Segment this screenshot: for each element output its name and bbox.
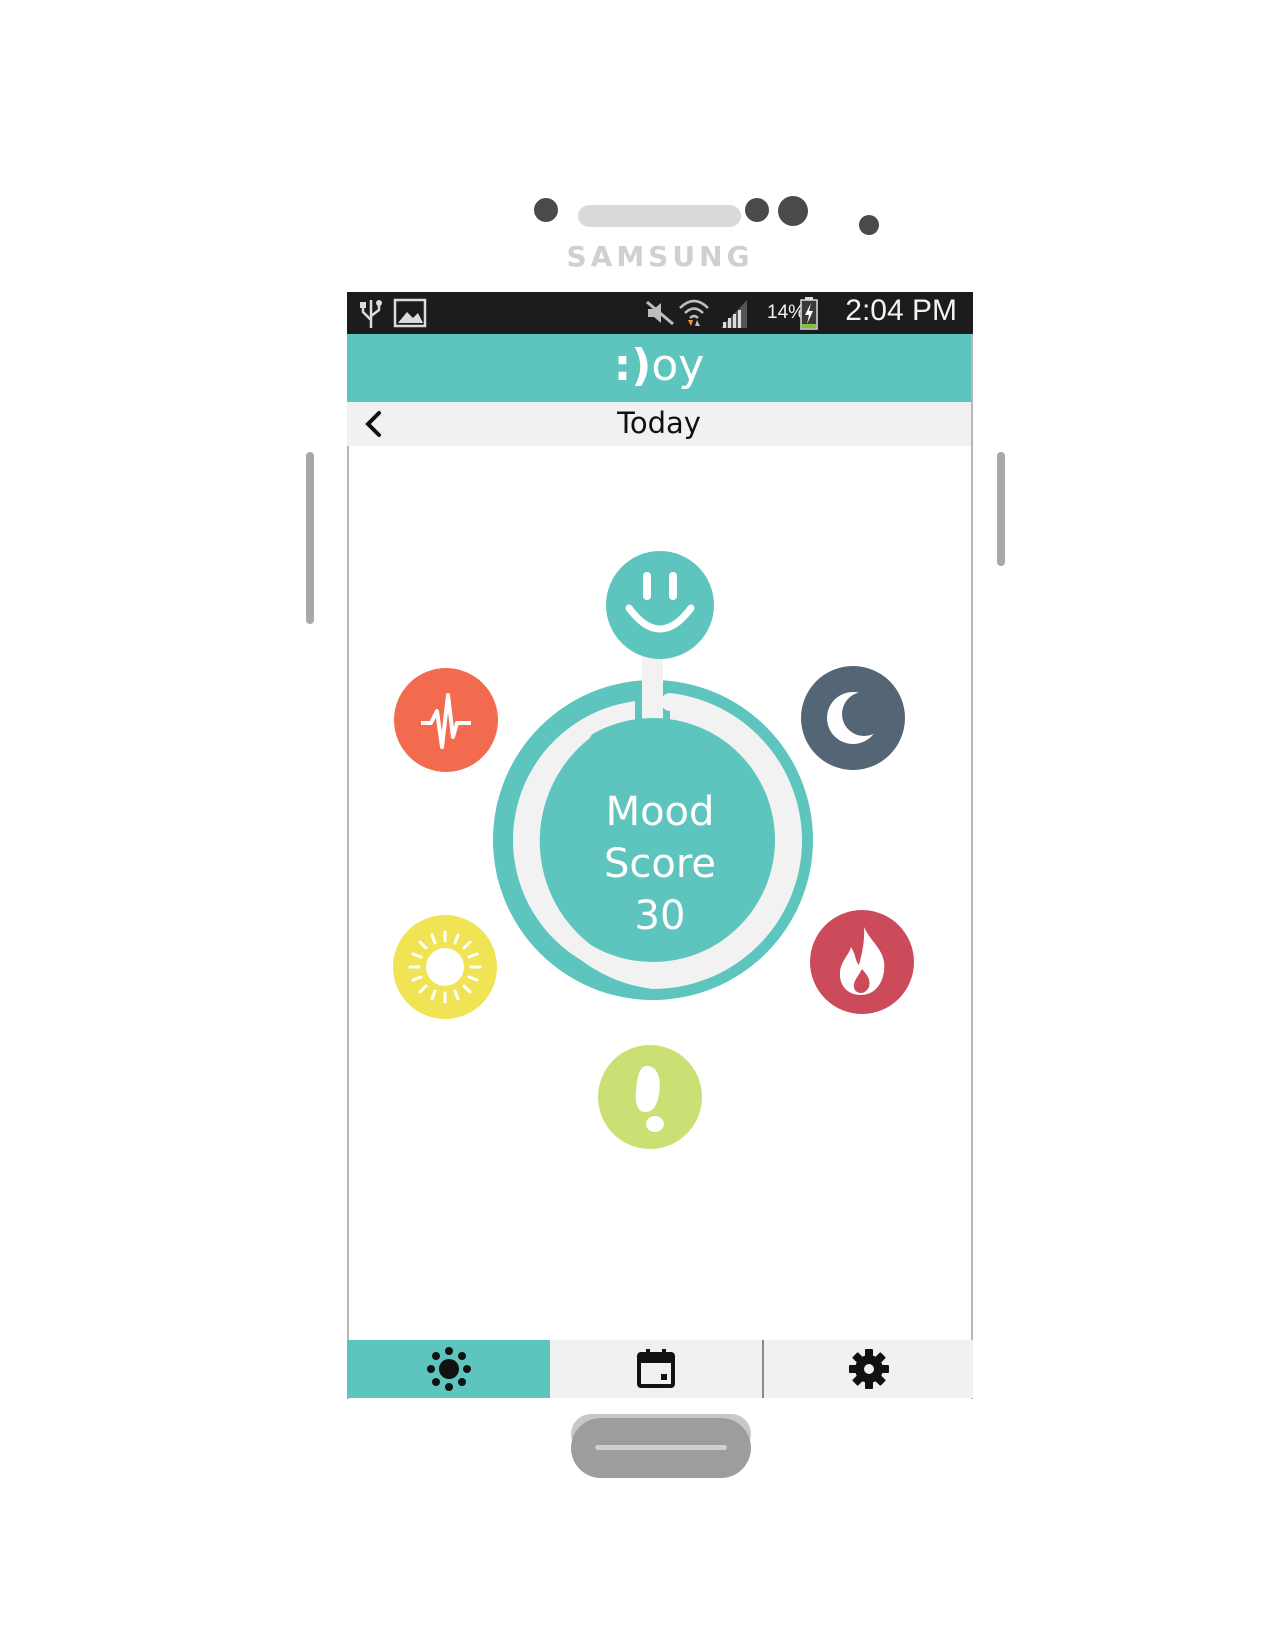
tab-calendar[interactable] xyxy=(550,1340,764,1398)
mood-score: Mood Score 30 xyxy=(540,786,780,942)
proximity-sensor xyxy=(534,198,558,222)
mood-score-value: 30 xyxy=(634,893,686,939)
home-button[interactable] xyxy=(571,1418,751,1478)
calendar-icon xyxy=(637,1349,675,1388)
battery-charging-icon xyxy=(800,297,818,330)
app-header: :)oy xyxy=(347,334,971,402)
home-button-line xyxy=(595,1445,727,1450)
logo-text: oy xyxy=(651,340,705,391)
wifi-icon xyxy=(679,299,709,326)
sun-icon[interactable] xyxy=(392,914,498,1020)
mood-label-line1: Mood xyxy=(605,789,715,835)
sleep-moon-icon[interactable] xyxy=(800,665,906,771)
status-bar: 14% 2:04 PM xyxy=(347,292,973,334)
sensor-dot xyxy=(745,198,769,222)
mood-label-line2: Score xyxy=(603,841,717,887)
earpiece-speaker xyxy=(578,205,741,227)
flame-icon[interactable] xyxy=(809,909,915,1015)
front-camera xyxy=(778,196,808,226)
volume-button[interactable] xyxy=(306,452,314,624)
status-time: 2:04 PM xyxy=(845,294,957,327)
smiley-icon[interactable] xyxy=(605,550,715,660)
signal-icon xyxy=(721,300,747,328)
steps-footprint-icon[interactable] xyxy=(597,1044,703,1150)
logo-face: :) xyxy=(613,340,652,391)
mute-icon xyxy=(646,300,674,326)
usb-icon xyxy=(360,300,382,328)
date-bar: Today xyxy=(347,402,971,446)
app-logo: :)oy xyxy=(347,340,971,392)
bottom-nav xyxy=(347,1340,973,1398)
settings-icon xyxy=(848,1349,889,1389)
gallery-icon xyxy=(393,298,427,328)
brand-label: SAMSUNG xyxy=(566,240,754,273)
tab-settings[interactable] xyxy=(764,1340,973,1398)
dashboard-icon xyxy=(426,1347,471,1391)
power-button[interactable] xyxy=(997,452,1005,566)
tab-dashboard[interactable] xyxy=(347,1340,550,1398)
date-title: Today xyxy=(617,406,701,440)
heart-rate-icon[interactable] xyxy=(393,667,499,773)
notification-led xyxy=(859,215,879,235)
